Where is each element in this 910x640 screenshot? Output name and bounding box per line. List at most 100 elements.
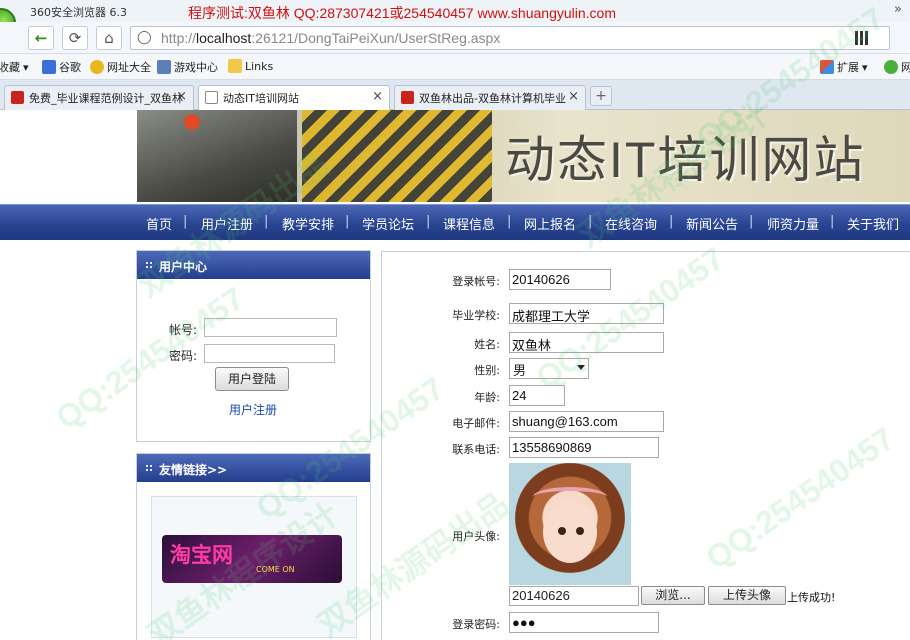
site-header-banner: 动态IT培训网站 [137,110,910,202]
site-directory-icon [90,60,104,74]
menu-forum[interactable]: 学员论坛 [362,214,414,233]
friend-links-title: 友情链接>> [159,463,228,477]
test-banner: 程序测试:双鱼林 QQ:287307421或254540457 www.shua… [188,5,616,21]
avatar-file-input[interactable]: 20140626 [509,586,639,606]
net-tool[interactable]: 网 [884,59,910,75]
menu-courses[interactable]: 课程信息 [443,214,495,233]
phone-field-label: 联系电话: [452,443,500,456]
user-avatar-image [509,463,631,585]
name-field[interactable]: 双鱼林 [509,332,664,353]
menu-separator: | [426,214,431,229]
extensions-label: 扩展 [837,61,859,74]
browser-title-bar: 360安全浏览器 6.3 程序测试:双鱼林 QQ:287307421或25454… [0,0,910,38]
menu-consult[interactable]: 在线咨询 [605,214,657,233]
tab-shuangyulin[interactable]: 双鱼林出品-双鱼林计算机毕业 × [394,85,586,110]
fav-site-directory[interactable]: 网址大全 [90,59,151,75]
fav-label: Links [245,59,274,73]
fav-label: 收藏 [0,61,20,74]
tab-bar: 免费_毕业课程范例设计_双鱼林 × 动态IT培训网站 × 双鱼林出品-双鱼林计算… [0,80,910,111]
back-arrow-icon[interactable]: ← [28,26,54,50]
site-favicon-icon [11,91,24,104]
site-title: 动态IT培训网站 [505,132,866,188]
tab-label: 动态IT培训网站 [223,92,299,105]
close-tab-icon[interactable]: × [568,89,579,104]
friend-links-box: 淘宝网 COME ON [151,496,357,638]
fav-links[interactable]: Links [228,59,273,73]
menu-schedule[interactable]: 教学安排 [282,214,334,233]
menu-register[interactable]: 用户注册 [201,214,253,233]
net-label: 网 [901,61,910,74]
password-input[interactable] [204,344,335,363]
account-input[interactable] [204,318,337,337]
browser-navbar: ← ⟳ ⌂ ◯ http://localhost:26121/DongTaiPe… [0,22,910,54]
header-photo-students [137,110,297,202]
menu-separator: | [183,214,188,229]
age-field[interactable]: 24 [509,385,565,406]
gamepad-icon [157,60,171,74]
url-prefix: http:// [161,30,197,46]
fav-label: 谷歌 [59,61,81,74]
new-tab-button[interactable]: + [590,86,612,106]
extensions-menu[interactable]: 扩展 ▾ [820,59,868,75]
site-favicon-icon [401,91,414,104]
avatar-field-label: 用户头像: [452,530,500,543]
grid-dots-icon [145,261,153,269]
login-button[interactable]: 用户登陆 [215,367,289,391]
fav-collection[interactable]: 收藏 ▾ [0,59,29,75]
taobao-text: 淘宝网 [170,544,233,567]
google-icon [42,60,56,74]
close-tab-icon[interactable]: × [372,89,383,104]
password-field-label: 登录密码: [452,618,500,631]
ball-icon [184,114,200,130]
menu-teachers[interactable]: 师资力量 [767,214,819,233]
register-link[interactable]: 用户注册 [229,401,277,418]
taobao-logo-link[interactable]: 淘宝网 COME ON [162,535,342,583]
phone-field[interactable]: 13558690869 [509,437,659,458]
fav-label: 网址大全 [107,61,151,74]
refresh-icon[interactable]: ⟳ [62,26,88,50]
menu-home[interactable]: 首页 [146,214,172,233]
email-field[interactable]: shuang@163.com [509,411,664,432]
menu-separator: | [507,214,512,229]
user-center-panel: 用户中心 帐号: 密码: 用户登陆 用户注册 [136,250,371,442]
browse-button[interactable]: 浏览... [641,586,705,605]
address-bar[interactable]: ◯ http://localhost:26121/DongTaiPeiXun/U… [130,26,890,50]
avatar-eye [576,527,584,535]
page-icon [205,91,218,104]
taobao-subtext: COME ON [256,565,295,574]
address-text[interactable]: http://localhost:26121/DongTaiPeiXun/Use… [161,30,500,46]
upload-avatar-button[interactable]: 上传头像 [708,586,786,605]
gender-selected: 男 [513,364,527,379]
close-tab-icon[interactable]: × [176,89,187,104]
gender-select[interactable]: 男 [509,358,589,379]
registration-form: 登录帐号: 20140626 毕业学校: 成都理工大学 姓名: 双鱼林 性别: … [381,251,910,640]
net-icon [884,60,898,74]
user-center-header: 用户中心 [137,251,370,279]
fav-game-center[interactable]: 游戏中心 [157,59,218,75]
home-icon[interactable]: ⌂ [96,26,122,50]
favorites-bar: 收藏 ▾ 谷歌 网址大全 游戏中心 Links 扩展 ▾ 网 [0,54,910,80]
tab-free-course[interactable]: 免费_毕业课程范例设计_双鱼林 × [4,85,194,110]
chevron-double-right-icon[interactable]: » [894,2,902,17]
menu-separator: | [264,214,269,229]
menu-news[interactable]: 新闻公告 [686,214,738,233]
fav-google[interactable]: 谷歌 [42,59,81,75]
header-photo-study [302,110,492,202]
account-field[interactable]: 20140626 [509,269,611,290]
tab-it-training[interactable]: 动态IT培训网站 × [198,85,390,111]
extensions-icon [820,60,834,74]
friend-links-header: 友情链接>> [137,454,370,482]
school-field[interactable]: 成都理工大学 [509,303,664,324]
menu-about[interactable]: 关于我们 [847,214,899,233]
avatar-eye [558,527,566,535]
menu-separator: | [749,214,754,229]
tab-label: 免费_毕业课程范例设计_双鱼林 [29,92,183,105]
password-field[interactable]: ●●● [509,612,659,633]
avatar-face [543,501,597,563]
password-label: 密码: [169,349,198,363]
menu-online-signup[interactable]: 网上报名 [524,214,576,233]
qr-code-icon[interactable] [855,31,869,45]
url-host: localhost [196,30,252,46]
menu-separator: | [669,214,674,229]
upload-success-message: 上传成功! [787,591,836,604]
